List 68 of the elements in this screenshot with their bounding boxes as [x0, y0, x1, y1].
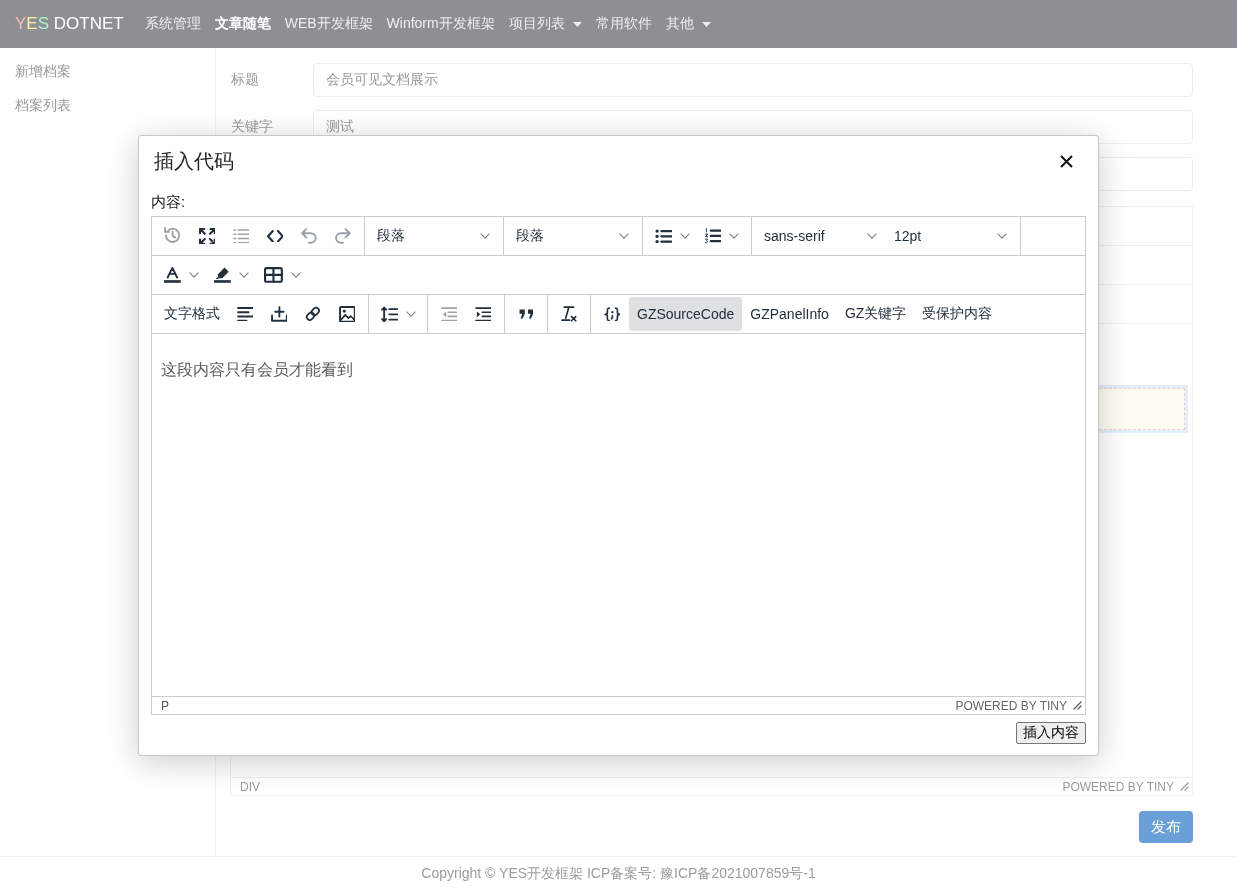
sidebar-link[interactable]: 档案列表: [15, 88, 71, 122]
outdent-icon: [440, 306, 458, 322]
dropdown[interactable]: 段落: [369, 219, 499, 253]
dialog-title: 插入代码: [154, 149, 234, 174]
chevron-down-icon: [619, 233, 629, 239]
nav-link[interactable]: 常用软件: [588, 15, 659, 33]
numbered-list-icon: [705, 228, 722, 244]
dropdown[interactable]: 12pt: [886, 219, 1016, 253]
list-icon: [232, 228, 250, 244]
chevron-down-icon: [679, 233, 690, 239]
chevron-down-icon: [867, 233, 877, 239]
tray-plus-icon: [270, 306, 288, 322]
indent-icon: [474, 306, 492, 322]
braces-icon: [603, 306, 621, 322]
chevron-down-icon: [480, 233, 490, 239]
code-icon: [266, 229, 284, 243]
history-icon: [164, 227, 182, 245]
resize-handle-icon[interactable]: [1180, 782, 1189, 791]
resize-handle-icon[interactable]: [1073, 701, 1082, 710]
bullet-list-icon: [655, 228, 672, 244]
chevron-down-icon: [188, 272, 199, 278]
toolbar-button[interactable]: GZPanelInfo: [742, 297, 837, 331]
nav-link[interactable]: 系统管理: [137, 15, 208, 33]
chevron-down-icon: [997, 233, 1007, 239]
dropdown[interactable]: sans-serif: [756, 219, 886, 253]
branding-link[interactable]: POWERED BY TINY: [955, 698, 1067, 713]
clear-format-icon: [561, 306, 577, 322]
toolbar-button[interactable]: GZSourceCode: [629, 297, 743, 331]
quote-icon: [518, 309, 534, 319]
paragraph-text: 这段内容只有会员才能看到: [161, 360, 353, 380]
dropdown[interactable]: 段落: [508, 219, 638, 253]
close-icon: [1059, 155, 1073, 168]
link-icon: [305, 306, 321, 322]
fullscreen-icon: [198, 227, 216, 245]
element-path[interactable]: P: [161, 698, 169, 713]
nav-link[interactable]: WEB开发框架: [277, 15, 380, 33]
element-path[interactable]: DIV: [240, 779, 260, 794]
highlighter-icon: [214, 267, 231, 283]
editor-text-area[interactable]: 这段内容只有会员才能看到: [152, 334, 1085, 696]
undo-icon: [301, 228, 317, 244]
chevron-down-icon: [405, 311, 416, 317]
menu-button[interactable]: 文字格式: [156, 297, 228, 331]
branding-link[interactable]: POWERED BY TINY: [1062, 779, 1174, 794]
chevron-down-icon: [238, 272, 249, 278]
content-label: 内容:: [151, 192, 186, 212]
publish-button[interactable]: 发布: [1139, 811, 1193, 843]
field-label: 关键字: [230, 118, 274, 136]
copyright-text: Copyright © YES开发框架 ICP备案号: 豫ICP备2021007859号-1: [421, 865, 816, 883]
nav-link[interactable]: Winform开发框架: [379, 15, 502, 33]
text-color-icon: [164, 267, 181, 283]
redo-icon: [335, 228, 351, 244]
toolbar-button[interactable]: GZ关键字: [836, 297, 915, 331]
brand-name[interactable]: YES DOTNET: [15, 14, 124, 34]
insert-button[interactable]: 插入内容: [1016, 722, 1086, 744]
line-height-icon: [381, 305, 398, 323]
chevron-down-icon: [290, 272, 301, 278]
input-field[interactable]: 会员可见文档展示: [313, 63, 1193, 97]
toolbar-button[interactable]: 受保护内容: [914, 297, 1001, 331]
nav-link[interactable]: 文章随笔: [207, 15, 278, 33]
nav-link[interactable]: 其他: [658, 15, 718, 33]
image-icon: [338, 305, 356, 323]
nav-link[interactable]: 项目列表: [501, 15, 589, 33]
table-icon: [264, 267, 283, 283]
field-label: 标题: [230, 71, 260, 89]
input-field[interactable]: [1100, 157, 1193, 191]
chevron-down-icon: [729, 233, 740, 239]
align-left-icon: [236, 306, 254, 322]
sidebar-link[interactable]: 新增档案: [15, 54, 71, 88]
